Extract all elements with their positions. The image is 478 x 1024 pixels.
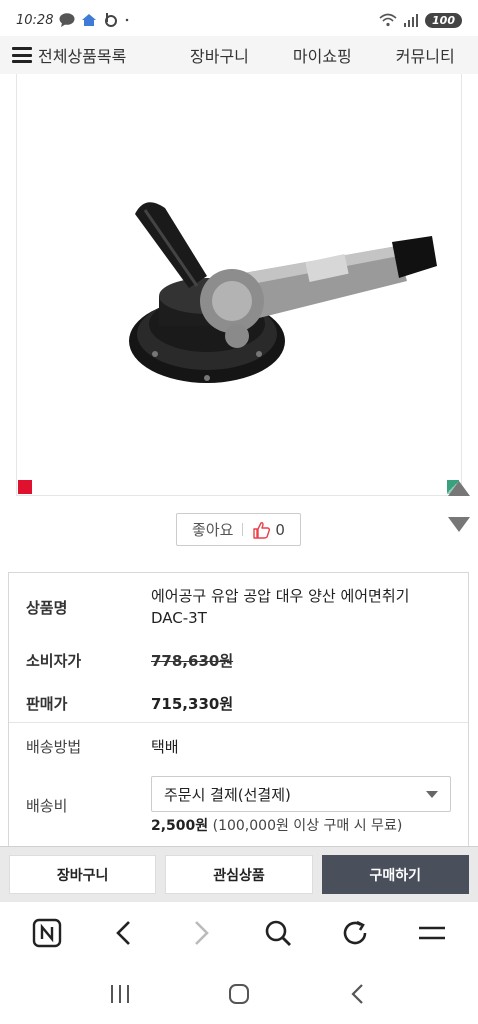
scroll-down-icon[interactable]: [448, 517, 470, 532]
browser-toolbar: [0, 902, 478, 964]
back-chevron-icon[interactable]: [338, 974, 378, 1014]
thumbs-up-icon: [252, 520, 272, 540]
like-button[interactable]: 좋아요 0: [176, 513, 301, 546]
home-circle-icon[interactable]: [219, 974, 259, 1014]
like-count: 0: [275, 520, 285, 539]
like-label: 좋아요: [192, 521, 234, 539]
shipping-payment-select[interactable]: 주문시 결제(선결제): [151, 776, 451, 812]
hamburger-icon: [12, 47, 32, 63]
back-icon[interactable]: [104, 913, 144, 953]
wifi-icon: [379, 13, 397, 27]
shipping-fee-note: 2,500원 (100,000원 이상 구매 시 무료): [151, 815, 402, 835]
product-name-line2: DAC-3T: [151, 609, 207, 627]
nav-links: 장바구니 마이쇼핑 커뮤니티: [190, 43, 455, 67]
product-name-label: 상품명: [26, 599, 68, 617]
forward-icon[interactable]: [181, 913, 221, 953]
nav-link-community[interactable]: 커뮤니티: [396, 43, 455, 67]
buy-button[interactable]: 구매하기: [321, 855, 469, 894]
wishlist-button[interactable]: 관심상품: [165, 855, 313, 894]
top-nav: 전체상품목록 장바구니 마이쇼핑 커뮤니티: [0, 36, 478, 74]
nav-link-cart[interactable]: 장바구니: [190, 43, 249, 67]
system-nav: [0, 964, 478, 1024]
dot-icon: [126, 18, 129, 22]
home-icon: [82, 14, 97, 26]
signal-icon: [404, 14, 419, 27]
product-name-line1: 에어공구 유압 공압 대우 양산 에어면취기: [151, 587, 410, 605]
search-icon[interactable]: [258, 913, 298, 953]
status-bar: 10:28 100: [0, 0, 478, 40]
product-image-frame: [16, 74, 462, 496]
nav-link-my-shopping[interactable]: 마이쇼핑: [293, 43, 352, 67]
status-right: 100: [379, 12, 462, 28]
sale-price-label: 판매가: [26, 695, 68, 713]
like-separator: [242, 523, 244, 536]
image-marker-red: [18, 480, 32, 494]
all-products-menu[interactable]: 전체상품목록: [12, 43, 126, 67]
delivery-method-value: 택배: [151, 738, 179, 756]
consumer-price-label: 소비자가: [26, 652, 82, 670]
product-image: [129, 202, 437, 383]
refresh-icon[interactable]: [335, 913, 375, 953]
delivery-method-label: 배송방법: [26, 738, 82, 756]
info-divider: [9, 722, 468, 723]
battery-indicator: 100: [425, 12, 462, 28]
add-to-cart-button[interactable]: 장바구니: [9, 855, 157, 894]
shipping-fee-label: 배송비: [26, 797, 68, 815]
sale-price-value: 715,330원: [151, 695, 234, 713]
menu-icon[interactable]: [412, 913, 452, 953]
status-time: 10:28: [16, 12, 54, 28]
scroll-up-icon[interactable]: [448, 481, 470, 496]
action-bar: 장바구니 관심상품 구매하기: [0, 846, 478, 902]
shipping-select-value: 주문시 결제(선결제): [164, 785, 291, 804]
chevron-down-icon: [426, 790, 438, 798]
naver-n-icon[interactable]: [27, 913, 67, 953]
b-app-icon: [105, 13, 118, 27]
recent-apps-icon[interactable]: [100, 974, 140, 1014]
chat-icon: [59, 13, 75, 27]
shipping-fee-condition: (100,000원 이상 구매 시 무료): [212, 818, 403, 834]
shipping-fee-amount: 2,500원: [151, 818, 209, 834]
consumer-price-value: 778,630원: [151, 652, 234, 670]
status-left: 10:28: [16, 13, 133, 28]
all-products-label: 전체상품목록: [38, 47, 127, 66]
product-info-table: 상품명 에어공구 유압 공압 대우 양산 에어면취기 DAC-3T 소비자가 7…: [8, 572, 469, 852]
